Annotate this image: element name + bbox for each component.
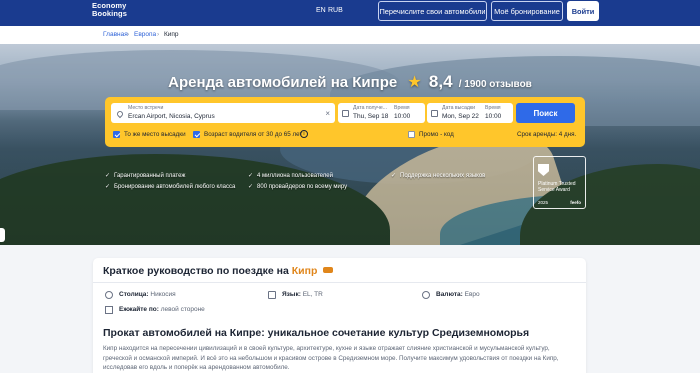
- star-icon: ★: [407, 74, 422, 91]
- search-button[interactable]: Поиск: [516, 103, 575, 123]
- fact-capital: Столица: Никосия: [119, 291, 176, 298]
- pickup-datetime-field[interactable]: Дата получе... Thu, Sep 18 Время 10:00: [338, 103, 425, 123]
- page-title: Аренда автомобилей на Кипре ★ 8,4 / 1900…: [0, 72, 700, 92]
- same-dropoff-checkbox[interactable]: [113, 131, 120, 138]
- fact-currency-value: Евро: [464, 291, 480, 298]
- return-date-value[interactable]: Mon, Sep 22: [442, 113, 479, 120]
- calendar-icon: [342, 110, 349, 117]
- fact-language-key: Язык:: [282, 291, 301, 298]
- benefit-languages: ✓ Поддержка нескольких языков: [391, 172, 485, 179]
- return-time-value[interactable]: 10:00: [485, 113, 501, 120]
- check-icon: ✓: [248, 184, 254, 190]
- check-icon: ✓: [248, 173, 254, 179]
- fact-currency: Валюта: Евро: [436, 291, 480, 298]
- fact-language: Язык: EL, TR: [282, 291, 323, 298]
- guide-title-prefix: Краткое руководство по поездке на: [103, 265, 292, 277]
- benefit-any-class: ✓ Бронирование автомобилей любого класса: [105, 183, 235, 190]
- benefit-text: 4 миллиона пользователей: [257, 173, 333, 179]
- fact-language-value: EL, TR: [302, 291, 323, 298]
- benefit-providers: ✓ 800 провайдеров по всему миру: [248, 183, 347, 190]
- breadcrumb: Главная › Европа › Кипр: [0, 26, 700, 44]
- fact-driving-side-value: левой стороне: [160, 306, 205, 313]
- rental-term-text: Срок аренды: 4 дня.: [517, 131, 577, 138]
- promo-code-checkbox[interactable]: [408, 131, 415, 138]
- award-year: 2025: [538, 200, 549, 205]
- check-icon: ✓: [105, 184, 111, 190]
- fact-driving-side: Ежжайте по: левой стороне: [119, 306, 205, 313]
- pickup-location-value[interactable]: Ercan Airport, Nicosia, Cyprus: [128, 113, 215, 120]
- pickup-location-label: Место встречи: [128, 105, 164, 111]
- pickup-date-value[interactable]: Thu, Sep 18: [353, 113, 388, 120]
- award-medal-icon: [538, 164, 549, 176]
- same-dropoff-label: То же место высадки: [124, 131, 186, 138]
- rating-score: 8,4: [428, 72, 453, 91]
- benefit-guaranteed-payment: ✓ Гарантированный платеж: [105, 172, 185, 179]
- location-pin-icon: [115, 109, 125, 119]
- currency-switch-rub[interactable]: RUB: [328, 7, 343, 14]
- clear-icon[interactable]: ×: [325, 109, 330, 118]
- login-button[interactable]: Войти: [567, 1, 599, 21]
- hero-banner: Аренда автомобилей на Кипре ★ 8,4 / 1900…: [0, 44, 700, 245]
- pickup-time-label: Время: [394, 105, 410, 111]
- economy-bookings-logo[interactable]: Economy Bookings: [92, 2, 127, 18]
- award-title: Platinum Trusted Service Award: [538, 181, 576, 193]
- return-datetime-field[interactable]: Дата высадки Mon, Sep 22 Время 10:00: [427, 103, 513, 123]
- section-heading: Прокат автомобилей на Кипре: уникальное …: [103, 327, 530, 339]
- driver-age-checkbox[interactable]: [193, 131, 200, 138]
- reviews-count[interactable]: / 1900 отзывов: [459, 79, 532, 90]
- guide-title: Краткое руководство по поездке на Кипр: [103, 265, 334, 277]
- check-icon: ✓: [391, 173, 397, 179]
- pickup-location-field[interactable]: Место встречи Ercan Airport, Nicosia, Cy…: [111, 103, 335, 123]
- location-pin-icon: [105, 291, 113, 299]
- divider: [93, 282, 586, 283]
- benefit-text: Бронирование автомобилей любого класса: [114, 184, 236, 190]
- check-icon: ✓: [105, 173, 111, 179]
- benefit-text: Гарантированный платеж: [114, 173, 186, 179]
- feefo-award-badge[interactable]: Platinum Trusted Service Award 2025 feef…: [533, 156, 586, 209]
- pickup-date-label: Дата получе...: [353, 105, 388, 111]
- breadcrumb-separator: ›: [157, 31, 160, 38]
- cyprus-flag-icon: [323, 267, 334, 273]
- award-brand: feefo: [570, 200, 581, 205]
- list-your-cars-button[interactable]: Перечислите свои автомобили: [378, 1, 487, 21]
- benefit-text: 800 провайдеров по всему миру: [257, 184, 348, 190]
- benefit-users: ✓ 4 миллиона пользователей: [248, 172, 333, 179]
- fact-capital-key: Столица:: [119, 291, 149, 298]
- fact-currency-key: Валюта:: [436, 291, 463, 298]
- language-icon: [268, 291, 276, 299]
- driver-age-label: Возраст водителя от 30 до 65 лет: [204, 131, 303, 138]
- intro-paragraph: Кипр находится на пересечении цивилизаци…: [103, 345, 559, 371]
- breadcrumb-current: Кипр: [164, 31, 179, 38]
- guide-title-country: Кипр: [291, 265, 318, 277]
- fact-capital-value: Никосия: [150, 291, 176, 298]
- breadcrumb-separator: ›: [127, 31, 130, 38]
- return-time-label: Время: [485, 105, 501, 111]
- page-title-text: Аренда автомобилей на Кипре: [168, 74, 398, 91]
- breadcrumb-europe[interactable]: Европа: [134, 31, 156, 38]
- breadcrumb-home[interactable]: Главная: [103, 31, 128, 38]
- logo-line2: Bookings: [92, 9, 127, 18]
- fact-driving-side-key: Ежжайте по:: [119, 306, 159, 313]
- pickup-time-value[interactable]: 10:00: [394, 113, 410, 120]
- language-switch-en[interactable]: EN: [316, 7, 326, 14]
- side-feedback-tab[interactable]: [0, 228, 5, 242]
- calendar-icon: [431, 110, 438, 117]
- road-arrow-icon: [105, 306, 113, 314]
- info-icon[interactable]: i: [300, 130, 308, 138]
- travel-guide-card: Краткое руководство по поездке на Кипр С…: [93, 258, 586, 373]
- top-header: Economy Bookings EN RUB Перечислите свои…: [0, 0, 700, 26]
- my-booking-button[interactable]: Моё бронирование: [491, 1, 563, 21]
- search-form: Место встречи Ercan Airport, Nicosia, Cy…: [105, 97, 585, 147]
- return-date-label: Дата высадки: [442, 105, 476, 111]
- promo-code-label: Промо - код: [419, 131, 454, 138]
- benefit-text: Поддержка нескольких языков: [400, 173, 486, 179]
- currency-icon: [422, 291, 430, 299]
